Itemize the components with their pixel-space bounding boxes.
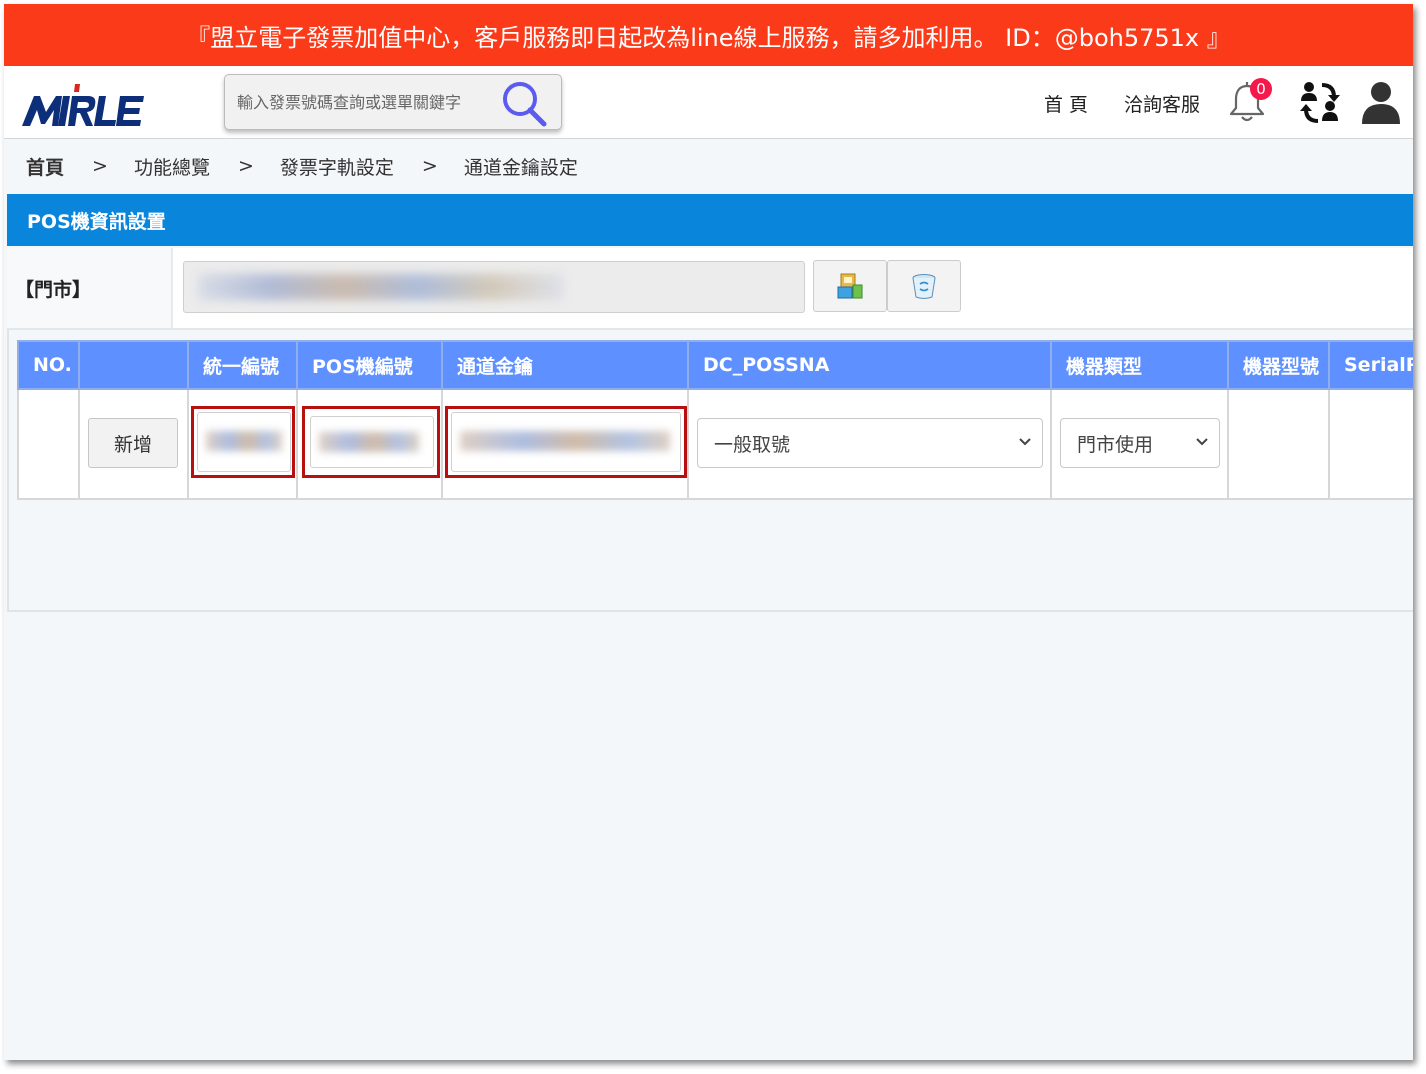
announcement-banner: 『盟立電子發票加值中心，客戶服務即日起改為line線上服務，請多加利用。 ID：…	[4, 4, 1413, 66]
save-icon	[837, 273, 863, 299]
breadcrumb: 首頁 > 功能總覽 > 發票字軌設定 > 通道金鑰設定	[4, 140, 1413, 192]
pos-grid-wrapper: NO. 統一編號 POS機編號 通道金鑰 DC_POSSNA 機器類型 機器型號…	[7, 330, 1413, 612]
section-title: POS機資訊設置	[27, 210, 166, 233]
tax-id-value-redacted: 53191529	[206, 431, 282, 451]
swap-users-icon[interactable]	[1298, 80, 1342, 126]
delete-icon	[912, 274, 936, 299]
nav-support-link[interactable]: 洽詢客服	[1124, 90, 1200, 117]
breadcrumb-channel-key[interactable]: 通道金鑰設定	[464, 153, 578, 180]
col-header-machine-model: 機器型號	[1227, 340, 1330, 390]
store-value-redacted: ███████████████████	[198, 274, 564, 300]
pos-no-input[interactable]: 53191529	[310, 416, 434, 468]
col-header-pos-no: POS機編號	[296, 340, 443, 390]
channel-key-input[interactable]: ████████████████	[451, 412, 681, 472]
cell-machine-type: 門市使用	[1050, 388, 1229, 500]
breadcrumb-separator: >	[92, 155, 108, 177]
store-input[interactable]: ███████████████████	[183, 261, 805, 313]
col-header-machine-type: 機器類型	[1050, 340, 1229, 390]
cell-dc-possna: 一般取號	[687, 388, 1052, 500]
cell-tax-id: 53191529	[187, 388, 298, 500]
machine-type-selected: 門市使用	[1077, 433, 1154, 456]
dc-possna-selected: 一般取號	[714, 433, 791, 456]
search-input[interactable]	[235, 87, 497, 117]
announcement-text: 『盟立電子發票加值中心，客戶服務即日起改為line線上服務，請多加利用。 ID：…	[186, 23, 1231, 52]
search-icon[interactable]	[499, 79, 551, 129]
dc-possna-select[interactable]: 一般取號	[697, 418, 1043, 468]
pos-no-value-redacted: 53191529	[319, 432, 419, 452]
app-frame: 『盟立電子發票加值中心，客戶服務即日起改為line線上服務，請多加利用。 ID：…	[4, 4, 1413, 1060]
tax-id-input[interactable]: 53191529	[197, 412, 291, 472]
delete-button[interactable]	[887, 260, 961, 312]
cell-machine-model	[1227, 388, 1330, 500]
cell-serial	[1328, 388, 1413, 500]
cell-no	[17, 388, 80, 500]
channel-key-value-redacted: ████████████████	[460, 431, 670, 451]
cell-channel-key: ████████████████	[441, 388, 689, 500]
table-row: 新增 53191529 53	[17, 388, 1413, 500]
machine-type-select[interactable]: 門市使用	[1060, 418, 1220, 468]
store-label: 【門市】	[7, 248, 173, 328]
top-header: 首 頁 洽詢客服 0	[4, 66, 1413, 139]
col-header-no: NO.	[17, 340, 80, 390]
col-header-tax-id: 統一編號	[187, 340, 298, 390]
col-header-dc-possna: DC_POSSNA	[687, 340, 1052, 390]
store-row: 【門市】 ███████████████████	[7, 248, 1413, 330]
search-box	[224, 74, 562, 130]
breadcrumb-separator: >	[237, 155, 254, 177]
breadcrumb-invoice-track[interactable]: 發票字軌設定	[280, 153, 394, 180]
col-header-serial: SerialPo	[1328, 340, 1413, 390]
chevron-down-icon	[1196, 438, 1208, 446]
cell-pos-no: 53191529	[296, 388, 443, 500]
breadcrumb-separator: >	[421, 155, 438, 177]
pos-table: NO. 統一編號 POS機編號 通道金鑰 DC_POSSNA 機器類型 機器型號…	[17, 340, 1413, 500]
notification-badge: 0	[1250, 78, 1272, 100]
section-title-bar: POS機資訊設置	[7, 194, 1413, 246]
chevron-down-icon	[1019, 438, 1031, 446]
mirle-logo[interactable]	[22, 80, 152, 130]
nav-home-link[interactable]: 首 頁	[1044, 90, 1088, 117]
col-header-action	[78, 340, 189, 390]
breadcrumb-overview[interactable]: 功能總覽	[134, 153, 210, 180]
cell-action: 新增	[78, 388, 189, 500]
breadcrumb-home[interactable]: 首頁	[26, 153, 64, 180]
add-button[interactable]: 新增	[88, 418, 178, 468]
col-header-channel-key: 通道金鑰	[441, 340, 689, 390]
save-button[interactable]	[813, 260, 887, 312]
user-icon[interactable]	[1360, 80, 1402, 126]
table-header-row: NO. 統一編號 POS機編號 通道金鑰 DC_POSSNA 機器類型 機器型號…	[17, 340, 1413, 390]
